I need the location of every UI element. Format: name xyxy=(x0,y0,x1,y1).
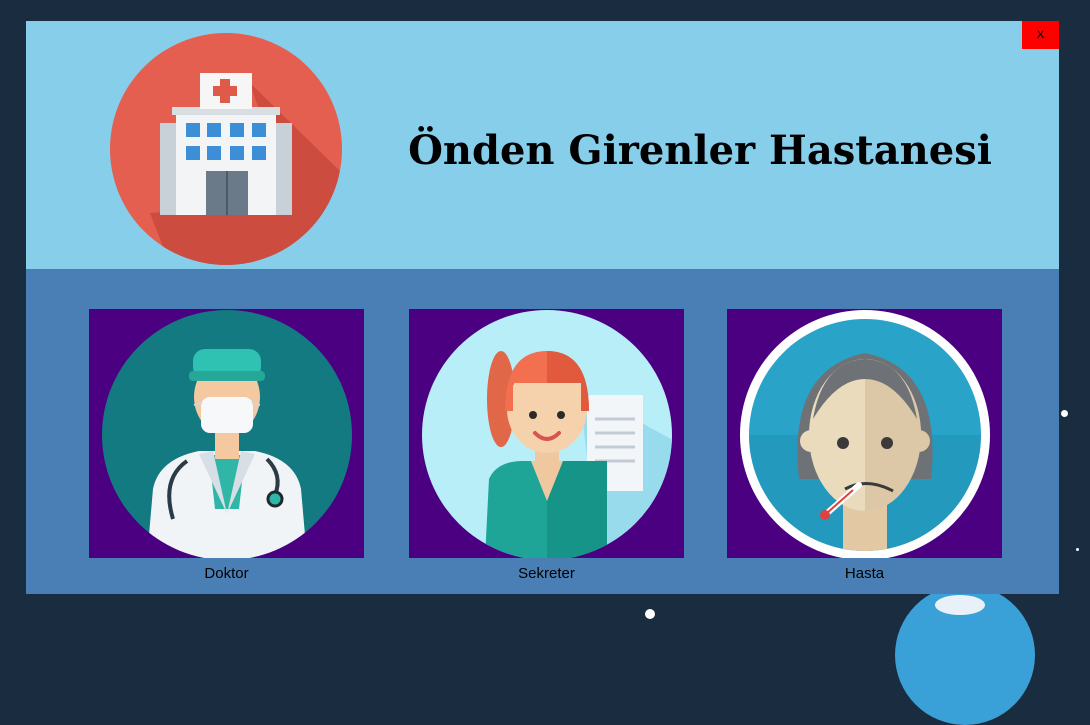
doctor-role-button[interactable] xyxy=(89,309,364,558)
patient-role-button[interactable] xyxy=(727,309,1002,558)
patient-label: Hasta xyxy=(844,565,885,582)
doctor-label: Doktor xyxy=(204,565,249,582)
main-window: Önden Girenler Hastanesi X Doktor Sekret… xyxy=(26,21,1059,594)
secretary-role-button[interactable] xyxy=(409,309,684,558)
secretary-icon xyxy=(422,310,672,558)
close-button[interactable]: X xyxy=(1022,21,1059,49)
desktop-star-decoration xyxy=(1076,548,1079,551)
header-panel: Önden Girenler Hastanesi xyxy=(26,21,1059,269)
hospital-icon xyxy=(110,33,342,265)
patient-icon xyxy=(740,310,990,558)
desktop-star-decoration xyxy=(1061,410,1068,417)
doctor-icon xyxy=(102,310,352,558)
secretary-label: Sekreter xyxy=(518,565,575,582)
page-title: Önden Girenler Hastanesi xyxy=(408,127,992,174)
desktop-globe-decoration xyxy=(895,585,1035,725)
